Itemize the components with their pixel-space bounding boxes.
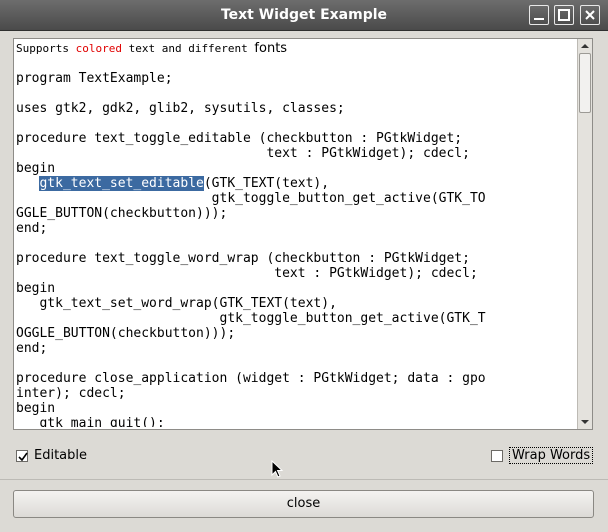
maximize-button[interactable] [554,5,574,25]
code-line: program TextExample; [16,71,173,86]
code-line: gtk_toggle_button_get_active(GTK_TO [16,191,486,206]
scrollbar-thumb[interactable] [579,53,591,113]
intro-text: Supports [16,42,76,55]
wrap-words-checkbox[interactable]: Wrap Words [491,447,594,464]
selected-text: gtk_text_set_editable [39,176,204,191]
code-line: text : PGtkWidget); cdecl; [16,146,470,161]
close-button[interactable]: close [13,490,594,518]
title-bar[interactable]: Text Widget Example [0,0,608,31]
line-rest: (GTK_TEXT(text), [203,176,330,191]
code-line-selected: gtk_text_set_editable(GTK_TEXT(text), [16,176,576,191]
code-line: procedure text_toggle_word_wrap (checkbu… [16,251,470,266]
close-icon [585,10,595,20]
checkbox-box[interactable] [491,449,503,462]
code-line: procedure close_application (widget : PG… [16,371,486,386]
code-line: gtk_toggle_button_get_active(GTK_T [16,311,486,326]
scroll-up-icon[interactable] [578,39,592,53]
text-content[interactable]: Supports colored text and different font… [16,41,576,427]
code-line: begin [16,161,56,176]
close-window-button[interactable] [580,5,600,25]
checkmark-icon [18,452,28,461]
colored-text: colored [75,42,122,55]
mouse-cursor-icon [271,460,284,478]
code-line: text : PGtkWidget); cdecl; [16,266,478,281]
editable-checkbox[interactable]: Editable [16,448,87,463]
code-line: gtk_main_quit(); [16,416,165,427]
vertical-scrollbar[interactable] [577,39,592,429]
code-line: OGGLE_BUTTON(checkbutton))); [16,326,236,341]
code-line: end; [16,341,48,356]
code-line: gtk_text_set_word_wrap(GTK_TEXT(text), [16,296,337,311]
text-view[interactable]: Supports colored text and different font… [13,38,593,430]
fonts-text: fonts [254,41,288,56]
checkbox-box[interactable] [16,449,28,462]
intro-line: Supports colored text and different font… [16,41,576,56]
maximize-icon [558,9,570,21]
minimize-button[interactable] [529,5,549,25]
scroll-down-icon[interactable] [578,415,592,429]
code-line: GGLE_BUTTON(checkbutton))); [16,206,228,221]
minimize-icon [534,18,544,20]
code-line: procedure text_toggle_editable (checkbut… [16,131,463,146]
code-line: inter); cdecl; [16,386,126,401]
code-line: begin [16,401,56,416]
wrap-words-label: Wrap Words [509,447,594,464]
window-title: Text Widget Example [220,7,388,23]
code-line: end; [16,221,48,236]
code-line: begin [16,281,56,296]
intro-text-2: text and different [121,42,255,55]
code-line: uses gtk2, gdk2, glib2, sysutils, classe… [16,101,345,116]
editable-label: Editable [34,448,88,463]
separator [0,479,608,480]
